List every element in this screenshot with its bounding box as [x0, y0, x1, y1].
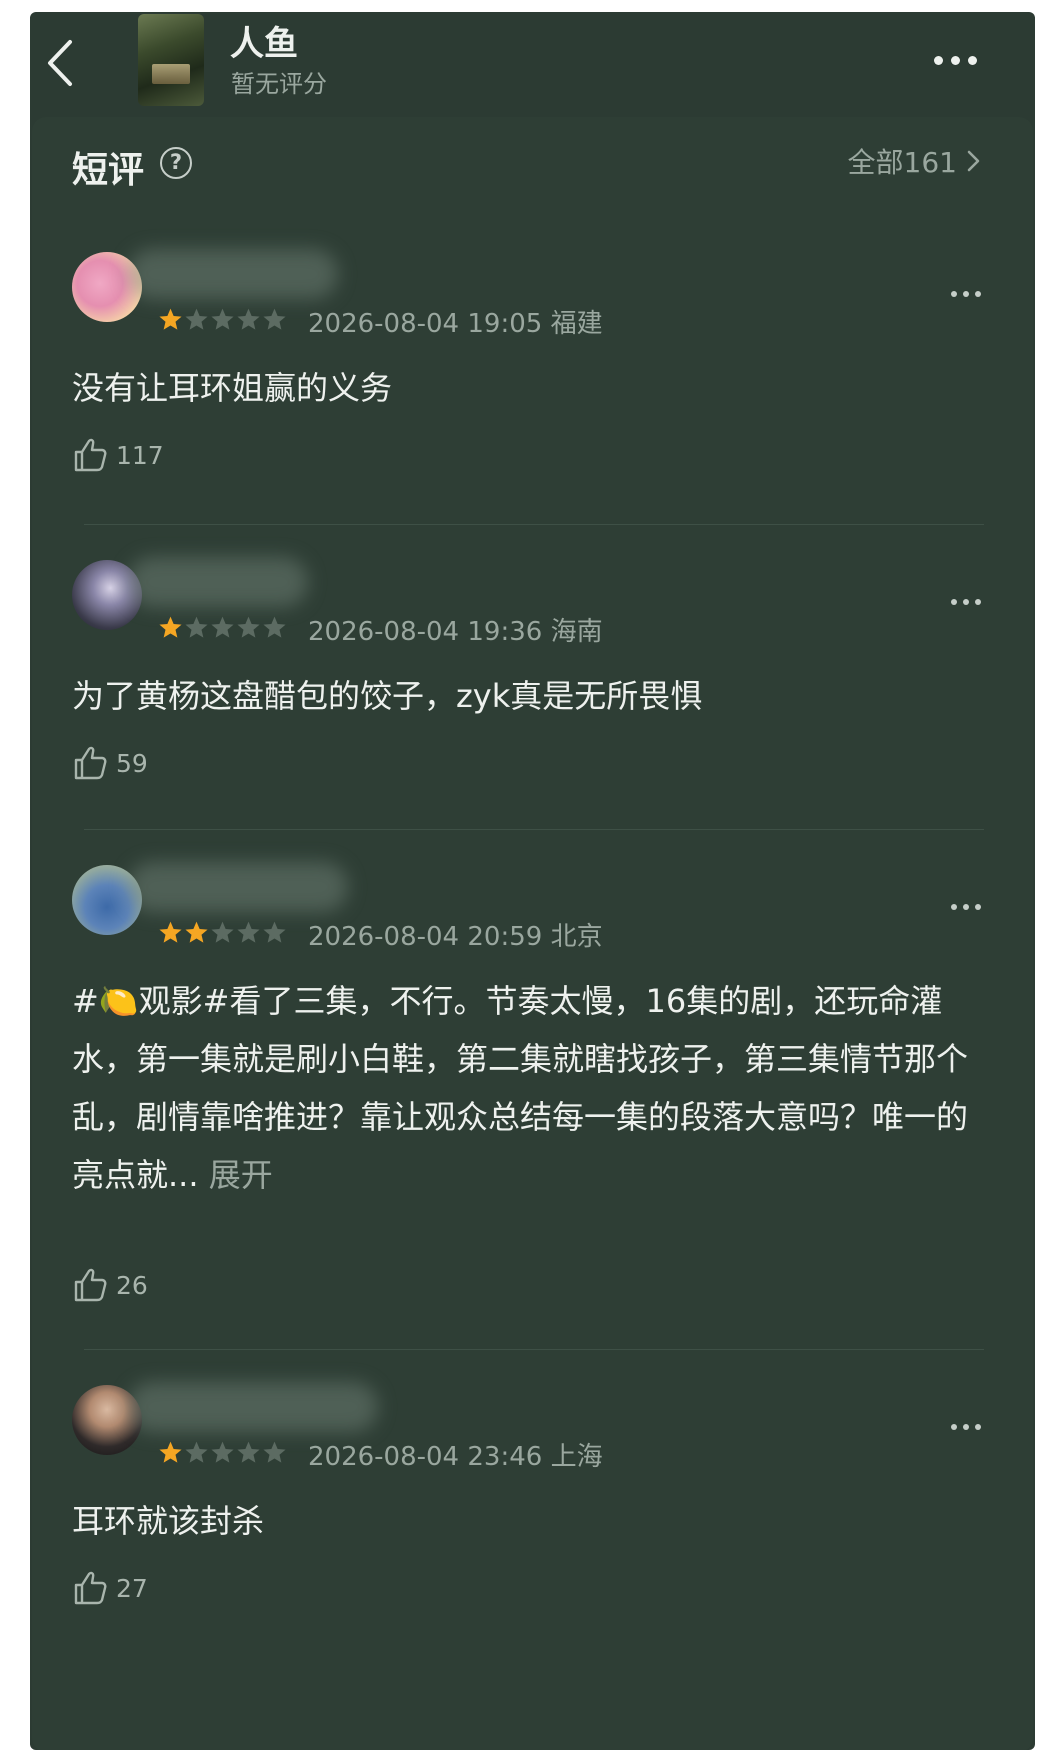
movie-score: 暂无评分	[231, 70, 327, 98]
rating-stars	[158, 307, 287, 332]
divider	[84, 1349, 984, 1350]
chevron-left-icon	[48, 40, 72, 86]
star-empty-icon	[237, 616, 260, 638]
review-content: 耳环就该封杀	[72, 1502, 265, 1540]
review-datetime: 2026-08-04 19:36	[308, 617, 543, 647]
star-empty-icon	[211, 616, 234, 638]
star-empty-icon	[211, 1441, 234, 1463]
thumbs-up-icon	[74, 746, 107, 780]
thumbs-up-icon	[74, 1571, 107, 1605]
review-content-text: #🍋观影#看了三集，不行。节奏太慢，16集的剧，还玩命灌水，第一集就是刷小白鞋，…	[72, 982, 969, 1194]
review-meta: 2026-08-04 23:46 上海	[308, 1436, 603, 1473]
star-empty-icon	[237, 308, 260, 330]
star-filled-icon	[159, 308, 182, 330]
review-location: 北京	[550, 922, 603, 952]
like-count: 27	[116, 1573, 148, 1603]
review-meta: 2026-08-04 19:05 福建	[308, 303, 603, 340]
star-empty-icon	[263, 308, 286, 330]
star-filled-icon	[159, 616, 182, 638]
rating-stars	[158, 920, 287, 945]
section-title: 短评	[72, 150, 145, 191]
star-filled-icon	[185, 921, 208, 943]
back-button[interactable]	[38, 32, 90, 94]
star-empty-icon	[237, 1441, 260, 1463]
review-datetime: 2026-08-04 19:05	[308, 309, 543, 339]
divider	[84, 829, 984, 830]
chevron-right-icon	[967, 150, 980, 172]
review-datetime: 2026-08-04 23:46	[308, 1442, 543, 1472]
review-datetime: 2026-08-04 20:59	[308, 922, 543, 952]
review-more-button[interactable]	[941, 892, 991, 922]
all-reviews-label: 全部161	[847, 146, 957, 179]
all-reviews-link[interactable]: 全部161	[848, 141, 981, 181]
star-empty-icon	[211, 921, 234, 943]
review-content: 没有让耳环姐赢的义务	[72, 369, 393, 407]
review-location: 福建	[550, 309, 603, 339]
review-content: #🍋观影#看了三集，不行。节奏太慢，16集的剧，还玩命灌水，第一集就是刷小白鞋，…	[72, 972, 992, 1204]
like-button[interactable]: 27	[72, 1570, 148, 1606]
username-blurred	[128, 862, 348, 912]
movie-poster[interactable]	[138, 14, 204, 106]
app-screen: 人鱼 暂无评分 短评 ? 全部161 2026-08-04 19:05 福建 没…	[30, 12, 1035, 1750]
like-button[interactable]: 117	[72, 437, 164, 473]
review-meta: 2026-08-04 20:59 北京	[308, 916, 603, 953]
like-count: 26	[116, 1270, 148, 1300]
review-more-button[interactable]	[941, 587, 991, 617]
username-blurred	[128, 557, 308, 607]
username-blurred	[128, 249, 338, 299]
like-count: 59	[116, 748, 148, 778]
star-empty-icon	[237, 921, 260, 943]
top-bar: 人鱼 暂无评分	[30, 12, 1035, 117]
short-reviews-card: 短评 ? 全部161 2026-08-04 19:05 福建 没有让耳环姐赢的义…	[32, 117, 1033, 1750]
more-options-button[interactable]	[920, 38, 990, 82]
review-location: 上海	[550, 1442, 603, 1472]
review-content: 为了黄杨这盘醋包的饺子，zyk真是无所畏惧	[72, 677, 703, 715]
review-more-button[interactable]	[941, 279, 991, 309]
star-empty-icon	[263, 921, 286, 943]
review-location: 海南	[550, 617, 603, 647]
star-empty-icon	[211, 308, 234, 330]
help-icon[interactable]: ?	[160, 147, 192, 179]
expand-link[interactable]: 展开	[209, 1156, 273, 1194]
username-blurred	[128, 1382, 378, 1432]
divider	[84, 524, 984, 525]
star-empty-icon	[263, 616, 286, 638]
star-filled-icon	[159, 1441, 182, 1463]
review-more-button[interactable]	[941, 1412, 991, 1442]
rating-stars	[158, 615, 287, 640]
thumbs-up-icon	[74, 438, 107, 472]
star-empty-icon	[185, 616, 208, 638]
review-meta: 2026-08-04 19:36 海南	[308, 611, 603, 648]
like-count: 117	[116, 440, 164, 470]
star-filled-icon	[159, 921, 182, 943]
star-empty-icon	[185, 1441, 208, 1463]
like-button[interactable]: 59	[72, 745, 148, 781]
movie-title: 人鱼	[230, 24, 298, 64]
thumbs-up-icon	[74, 1268, 107, 1302]
star-empty-icon	[185, 308, 208, 330]
rating-stars	[158, 1440, 287, 1465]
like-button[interactable]: 26	[72, 1267, 148, 1303]
star-empty-icon	[263, 1441, 286, 1463]
